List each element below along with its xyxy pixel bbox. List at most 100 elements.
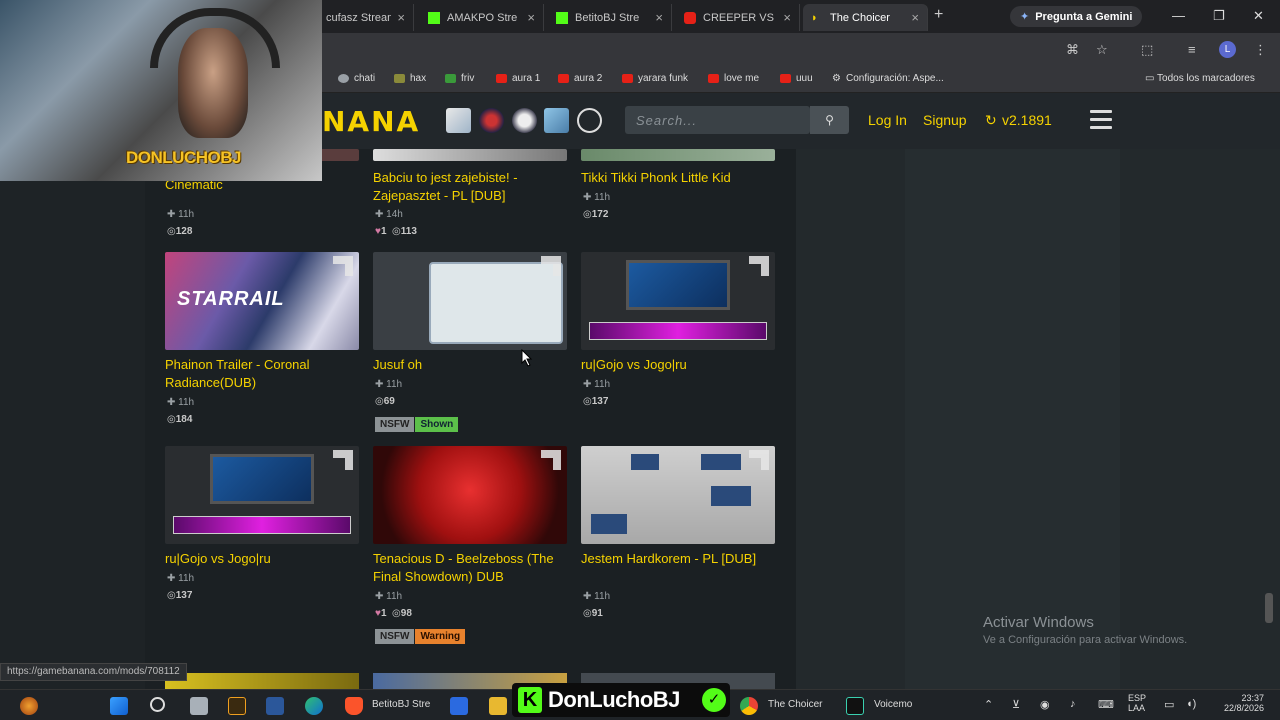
time-value: 11h xyxy=(178,209,195,220)
mod-card[interactable]: Babciu to jest zajebiste! - Zajepasztet … xyxy=(373,149,567,244)
streamer-name: DonLuchoBJ xyxy=(548,687,680,712)
tab-betitobj[interactable]: BetitoBJ Stre × xyxy=(548,4,672,31)
tab-the-choicer[interactable]: ◗ The Choicer × xyxy=(803,4,928,31)
tab-cufasz[interactable]: cufasz Stream × xyxy=(318,4,414,31)
close-icon[interactable]: × xyxy=(783,10,791,25)
language-indicator[interactable]: ESP LAA xyxy=(1128,693,1146,713)
mod-title[interactable]: Phainon Trailer - Coronal Radiance(DUB) xyxy=(165,356,359,392)
mods-section-icon[interactable] xyxy=(446,108,471,133)
mod-title[interactable]: ru|Gojo vs Jogo|ru xyxy=(165,550,359,568)
bookmark-chati[interactable]: chati xyxy=(338,73,375,84)
minimize-icon[interactable]: — xyxy=(1172,8,1185,23)
mod-card[interactable]: Tikki Tikki Phonk Little Kid ✚ 11h ◎172 xyxy=(581,149,775,244)
bookmark-yarara-funk[interactable]: yarara funk xyxy=(622,73,688,84)
mod-thumbnail[interactable] xyxy=(373,252,567,350)
mod-card[interactable]: ru|Gojo vs Jogo|ru ✚ 11h ◎137 xyxy=(165,446,359,616)
search-icon[interactable]: ⚲ xyxy=(810,106,849,134)
hamburger-menu-icon[interactable] xyxy=(1090,110,1112,130)
mod-thumbnail[interactable]: STARRAIL xyxy=(165,252,359,350)
mod-thumbnail[interactable] xyxy=(581,149,775,161)
shown-badge[interactable]: Shown xyxy=(415,417,459,432)
site-version[interactable]: v2.1891 xyxy=(1002,112,1052,128)
site-search-input[interactable]: Search... xyxy=(625,106,810,134)
mod-thumbnail[interactable] xyxy=(373,446,567,544)
window-close-icon[interactable]: ✕ xyxy=(1253,8,1264,24)
tab-creeper[interactable]: CREEPER VS × xyxy=(676,4,800,31)
network-icon[interactable]: ▭ xyxy=(1164,698,1174,711)
game-character-icon[interactable] xyxy=(479,108,504,133)
extensions-icon[interactable]: ⬚ xyxy=(1141,42,1153,58)
bookmark-aura-1[interactable]: aura 1 xyxy=(496,73,540,84)
mod-card[interactable]: Tenacious D - Beelzeboss (The Final Show… xyxy=(373,446,567,646)
mod-title[interactable]: Jestem Hardkorem - PL [DUB] xyxy=(581,550,775,568)
file-explorer-icon[interactable] xyxy=(489,697,507,715)
brave-icon[interactable] xyxy=(345,697,363,715)
illustrator-icon[interactable] xyxy=(228,697,246,715)
mod-card[interactable]: Jestem Hardkorem - PL [DUB] ✚ 11h ◎91 xyxy=(581,446,775,621)
scrollbar-thumb[interactable] xyxy=(1265,593,1273,623)
site-icon xyxy=(394,74,405,83)
bookmark-star-icon[interactable]: ☆ xyxy=(1096,42,1108,58)
clock[interactable]: 23:37 22/8/2026 xyxy=(1222,693,1264,713)
mod-title[interactable]: Jusuf oh xyxy=(373,356,567,374)
new-tab-button[interactable]: + xyxy=(934,6,943,24)
translate-icon[interactable]: ⌘ xyxy=(1066,42,1079,58)
smash-icon[interactable] xyxy=(512,108,537,133)
browser-menu-icon[interactable]: ⋮ xyxy=(1254,42,1267,58)
tray-app-icon[interactable]: ◉ xyxy=(1040,698,1050,711)
volume-icon[interactable]: ◖) xyxy=(1186,698,1196,710)
signup-link[interactable]: Signup xyxy=(923,112,967,128)
word-icon[interactable] xyxy=(266,697,284,715)
taskbar-item-voicemod[interactable]: Voicemo xyxy=(874,699,912,710)
mod-card[interactable]: ru|Gojo vs Jogo|ru ✚ 11h ◎137 xyxy=(581,252,775,432)
mod-title[interactable]: Babciu to jest zajebiste! - Zajepasztet … xyxy=(373,169,567,205)
chevron-up-icon[interactable]: ⌃ xyxy=(984,698,993,711)
youtube-icon xyxy=(708,74,719,83)
keyboard-icon[interactable]: ⌨ xyxy=(1098,698,1114,711)
voicemod-icon[interactable] xyxy=(846,697,864,715)
mod-title[interactable]: ru|Gojo vs Jogo|ru xyxy=(581,356,775,374)
mod-thumbnail[interactable] xyxy=(373,149,567,161)
bookmark-aura-2[interactable]: aura 2 xyxy=(558,73,602,84)
bookmark-friv[interactable]: friv xyxy=(445,73,474,84)
mod-title[interactable]: Tenacious D - Beelzeboss (The Final Show… xyxy=(373,550,567,586)
close-icon[interactable]: × xyxy=(397,10,405,25)
taskbar-item-the-choicer[interactable]: The Choicer xyxy=(768,699,822,710)
gemini-button[interactable]: ✦ Pregunta a Gemini xyxy=(1010,6,1143,27)
mod-title[interactable]: Tikki Tikki Phonk Little Kid xyxy=(581,169,775,187)
taskbar-item-betitobj[interactable]: BetitoBJ Stre xyxy=(372,699,430,710)
tray-app-icon[interactable]: ⊻ xyxy=(1012,698,1020,711)
mod-card[interactable]: STARRAIL Phainon Trailer - Coronal Radia… xyxy=(165,252,359,432)
site-logo[interactable]: NANA xyxy=(322,105,420,138)
close-icon[interactable]: × xyxy=(911,10,919,25)
bookmark-hax[interactable]: hax xyxy=(394,73,426,84)
task-view-icon[interactable] xyxy=(190,697,208,715)
bookmark-love-me[interactable]: love me xyxy=(708,73,759,84)
media-control-icon[interactable]: ≡ xyxy=(1188,42,1196,57)
all-bookmarks-button[interactable]: ▭ Todos los marcadores xyxy=(1145,73,1255,84)
bookmark-configuracion[interactable]: ⚙ Configuración: Aspe... xyxy=(832,73,944,84)
game-section-icon[interactable] xyxy=(544,108,569,133)
maximize-icon[interactable]: ❐ xyxy=(1213,8,1225,24)
app-icon[interactable] xyxy=(450,697,468,715)
search-icon[interactable] xyxy=(150,697,165,712)
mod-thumbnail[interactable] xyxy=(165,446,359,544)
tab-amakpo[interactable]: AMAKPO Stre × xyxy=(420,4,544,31)
login-link[interactable]: Log In xyxy=(868,112,907,128)
close-icon[interactable]: × xyxy=(527,10,535,25)
profile-avatar[interactable]: L xyxy=(1219,41,1236,58)
wheel-icon[interactable] xyxy=(577,108,602,133)
bookmark-uuu[interactable]: uuu xyxy=(780,73,813,84)
mod-card[interactable]: Jusuf oh ✚ 11h ◎69 NSFW Shown xyxy=(373,252,567,432)
edge-icon[interactable] xyxy=(305,697,323,715)
microphone-icon[interactable]: ♪ xyxy=(1070,698,1076,710)
mod-thumbnail[interactable] xyxy=(165,673,359,689)
thumbnail-window-art xyxy=(711,486,751,506)
mod-thumbnail[interactable] xyxy=(581,252,775,350)
widgets-icon[interactable] xyxy=(20,697,38,715)
windows-start-icon[interactable] xyxy=(110,697,128,715)
warning-badge[interactable]: Warning xyxy=(415,629,466,644)
close-icon[interactable]: × xyxy=(655,10,663,25)
chrome-icon[interactable] xyxy=(740,697,758,715)
mod-thumbnail[interactable] xyxy=(581,446,775,544)
